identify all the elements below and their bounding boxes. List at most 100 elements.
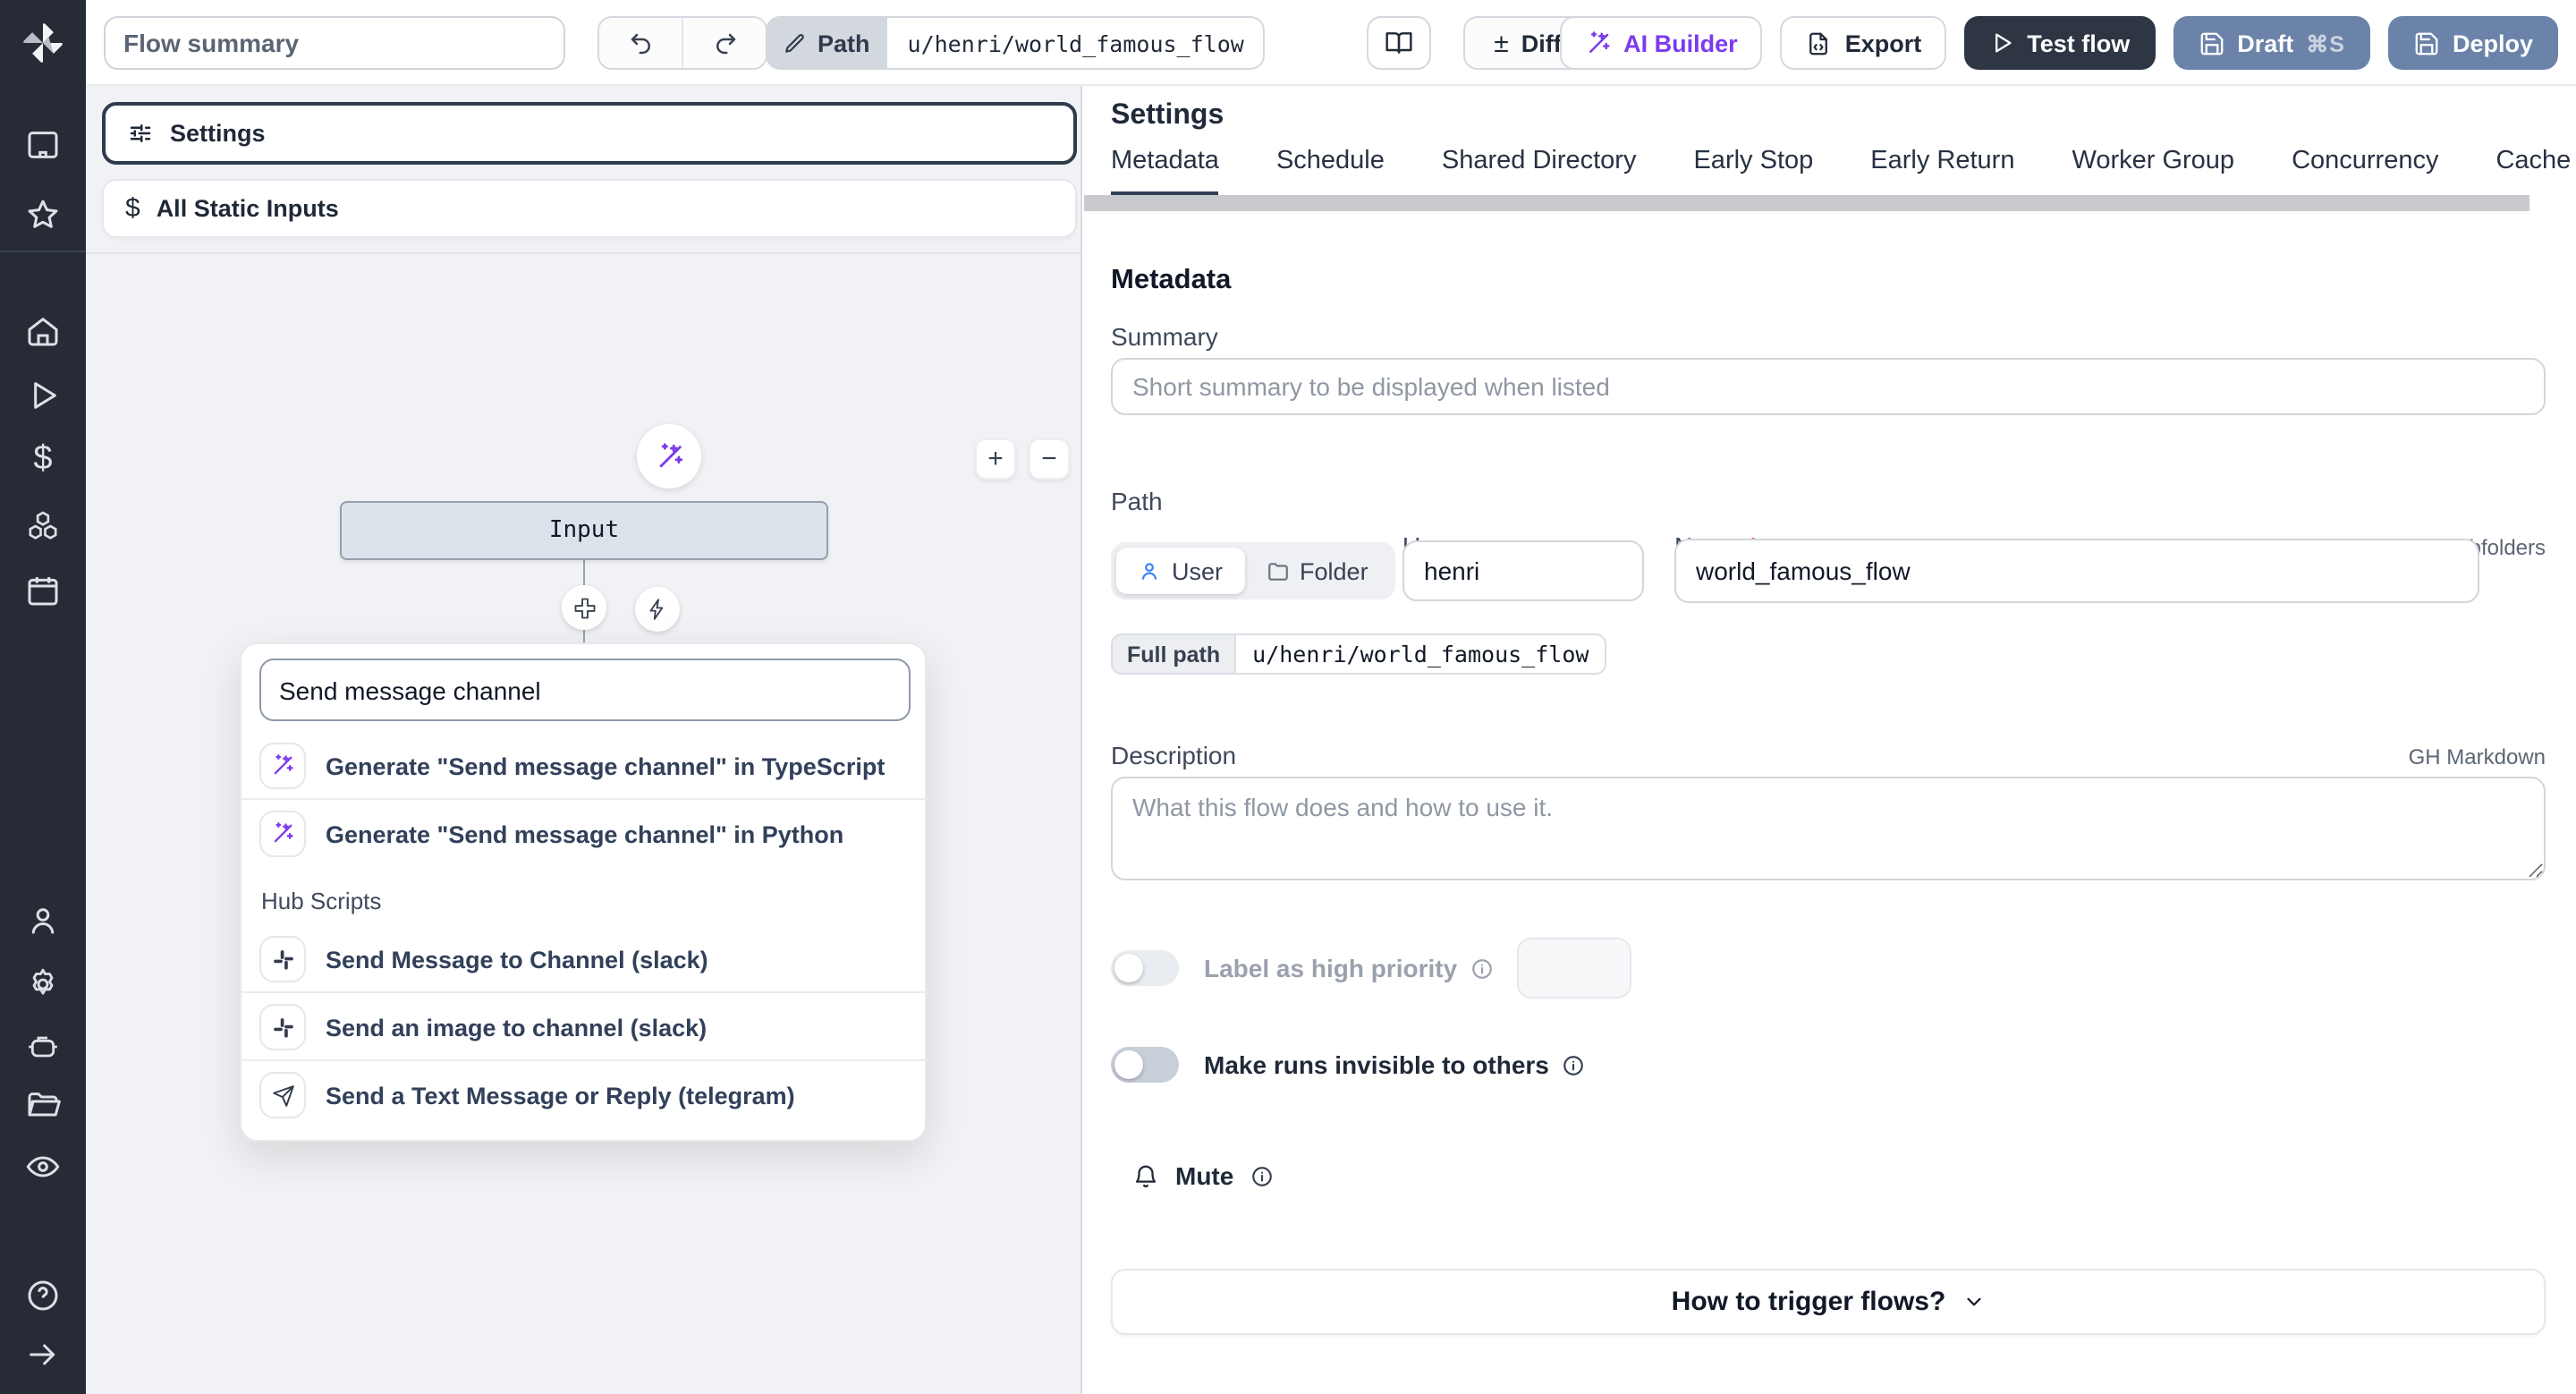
wand-icon [259, 811, 306, 857]
wand-icon [1584, 30, 1611, 56]
tab-schedule[interactable]: Schedule [1276, 147, 1385, 197]
owner-kind-segmented: User Folder [1111, 542, 1395, 599]
zoom-out-button[interactable]: − [1029, 438, 1070, 480]
divider [242, 798, 928, 800]
settings-gear-icon[interactable] [25, 966, 61, 1002]
home-icon[interactable] [25, 313, 61, 349]
zoom-in-button[interactable]: + [975, 438, 1016, 480]
schedules-calendar-icon[interactable] [25, 573, 61, 608]
folders-icon[interactable] [25, 1088, 61, 1124]
priority-value-box [1517, 938, 1631, 999]
flow-summary-input[interactable] [104, 16, 565, 70]
flow-settings-button[interactable]: Settings [102, 102, 1077, 165]
flow-editor-panel: Settings $ All Static Inputs Input + − S… [86, 86, 1082, 1394]
tab-cache[interactable]: Cache [2496, 147, 2571, 197]
settings-tabs: Metadata Schedule Shared Directory Early… [1111, 147, 2576, 197]
user-input[interactable] [1402, 540, 1644, 601]
info-icon [1563, 1055, 1583, 1075]
hub-scripts-header: Hub Scripts [261, 888, 382, 914]
audit-eye-icon[interactable] [25, 1149, 61, 1185]
summary-label: Summary [1111, 322, 1218, 351]
test-flow-button[interactable]: Test flow [1964, 16, 2156, 70]
edge-add-to-dropdown [583, 628, 585, 642]
docs-book-button[interactable] [1367, 16, 1431, 70]
description-label: Description [1111, 741, 1237, 769]
tab-shared-directory[interactable]: Shared Directory [1442, 147, 1637, 197]
help-icon[interactable] [25, 1278, 61, 1313]
full-path-label: Full path [1111, 633, 1235, 675]
mute-row[interactable]: Mute [1132, 1161, 1273, 1190]
path-label: Path [1111, 487, 1163, 515]
input-node[interactable]: Input [340, 501, 828, 560]
workers-robot-icon[interactable] [25, 1029, 61, 1065]
variables-dollar-icon[interactable]: $ [25, 441, 61, 478]
info-icon [1471, 958, 1492, 978]
step-search-input[interactable] [259, 659, 911, 721]
high-priority-row: Label as high priority [1111, 938, 1493, 999]
tab-early-stop[interactable]: Early Stop [1693, 147, 1813, 197]
user-icon [1138, 559, 1161, 582]
hub-item-send-message-slack[interactable]: Send Message to Channel (slack) [242, 927, 928, 991]
deploy-button[interactable]: Deploy [2387, 16, 2558, 70]
export-file-icon [1806, 30, 1833, 56]
tabs-scrollbar[interactable] [1084, 195, 2529, 211]
tab-early-return[interactable]: Early Return [1870, 147, 2014, 197]
settings-heading: Settings [1111, 100, 1224, 131]
invisible-runs-toggle[interactable] [1111, 1047, 1179, 1083]
workspace-icon[interactable] [25, 127, 61, 163]
add-step-button[interactable] [562, 585, 606, 630]
path-chip-value: u/henri/world_famous_flow [887, 16, 1266, 70]
invisible-runs-row: Make runs invisible to others [1111, 1047, 1585, 1083]
all-static-inputs-button[interactable]: $ All Static Inputs [102, 179, 1077, 238]
play-icon [1989, 30, 2014, 55]
flow-editor-app: $ Flow summary Path u/henri/world_famous… [0, 0, 2576, 1394]
users-icon[interactable] [25, 904, 61, 939]
description-textarea[interactable] [1111, 777, 2546, 880]
resources-cubes-icon[interactable] [25, 508, 61, 544]
sliders-icon [127, 120, 154, 147]
invisible-runs-label: Make runs invisible to others [1204, 1050, 1585, 1079]
flow-graph-canvas[interactable]: Input + − Generate "Send message channel… [86, 252, 1080, 1394]
tab-concurrency[interactable]: Concurrency [2292, 147, 2438, 197]
expand-rail-arrow-icon[interactable] [25, 1337, 61, 1373]
undo-button[interactable] [599, 18, 683, 68]
telegram-icon [259, 1072, 306, 1118]
hub-item-send-text-telegram[interactable]: Send a Text Message or Reply (telegram) [242, 1063, 928, 1127]
draft-shortcut: ⌘S [2306, 31, 2345, 56]
owner-user-option[interactable]: User [1116, 548, 1245, 594]
runs-icon[interactable] [25, 378, 61, 413]
generate-typescript-item[interactable]: Generate "Send message channel" in TypeS… [242, 734, 928, 798]
dollar-icon: $ [125, 193, 140, 224]
owner-folder-option[interactable]: Folder [1244, 548, 1390, 594]
info-icon [1251, 1166, 1272, 1186]
high-priority-toggle[interactable] [1111, 950, 1179, 986]
save-icon [2413, 30, 2440, 56]
high-priority-label: Label as high priority [1204, 954, 1493, 982]
chevron-down-icon [1966, 1297, 1980, 1306]
slack-icon [259, 1004, 306, 1050]
wand-icon [259, 743, 306, 789]
ai-builder-button[interactable]: AI Builder [1559, 16, 1763, 70]
divider [242, 991, 928, 993]
summary-input[interactable] [1111, 358, 2546, 415]
name-input[interactable] [1674, 539, 2479, 603]
hub-item-send-image-slack[interactable]: Send an image to channel (slack) [242, 995, 928, 1059]
how-to-trigger-button[interactable]: How to trigger flows? [1111, 1269, 2546, 1335]
export-button[interactable]: Export [1780, 16, 1947, 70]
tab-worker-group[interactable]: Worker Group [2072, 147, 2234, 197]
generate-python-item[interactable]: Generate "Send message channel" in Pytho… [242, 802, 928, 866]
favorites-star-icon[interactable] [25, 197, 61, 233]
rail-divider [0, 251, 86, 252]
windmill-logo-icon[interactable] [20, 20, 66, 66]
topbar: Path u/henri/world_famous_flow ± Diff AI… [0, 0, 2576, 86]
metadata-heading: Metadata [1111, 265, 1232, 295]
step-picker-dropdown: Generate "Send message channel" in TypeS… [240, 642, 928, 1142]
left-rail: $ [0, 0, 86, 1394]
tab-metadata[interactable]: Metadata [1111, 147, 1219, 197]
draft-button[interactable]: Draft ⌘S [2173, 16, 2370, 70]
add-trigger-bolt-button[interactable] [635, 587, 680, 632]
redo-button[interactable] [683, 18, 766, 68]
path-chip[interactable]: Path u/henri/world_famous_flow [766, 16, 1266, 70]
divider [242, 1059, 928, 1061]
ai-flow-wand-button[interactable] [637, 424, 701, 489]
